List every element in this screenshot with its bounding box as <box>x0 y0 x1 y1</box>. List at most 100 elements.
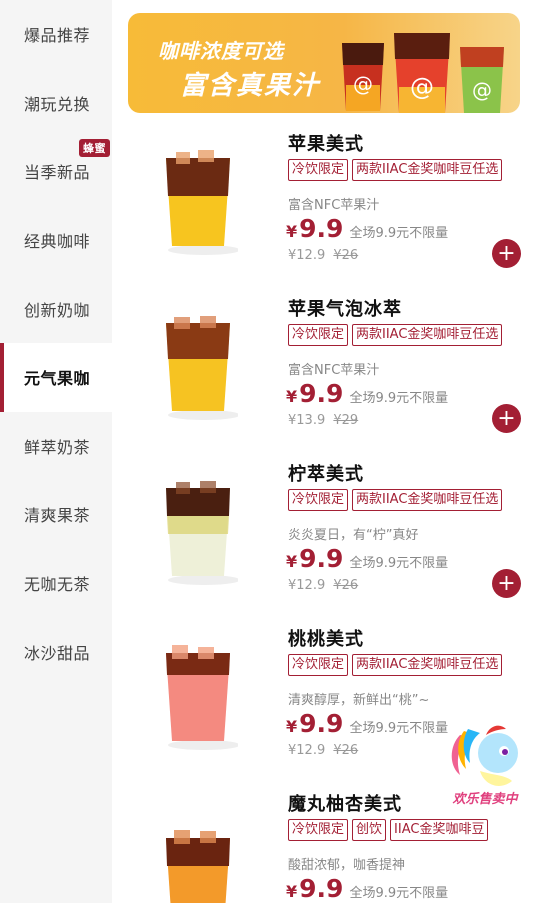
product-price: 9.9 <box>299 544 344 573</box>
sidebar-badge: 蜂蜜 <box>79 139 110 158</box>
original-price: ¥13.9 <box>288 413 326 428</box>
product-name: 苹果美式 <box>288 134 364 155</box>
sidebar-item-label: 当季新品 <box>24 163 91 183</box>
promo-text: 全场9.9元不限量 <box>349 226 449 241</box>
sidebar-item-fruit-coffee[interactable]: 元气果咖 <box>0 342 112 412</box>
original-price: ¥12.9 <box>288 248 326 263</box>
banner-line1: 咖啡浓度可选 <box>158 39 284 63</box>
product-description: 富含NFC苹果汁 <box>288 363 380 378</box>
mascot-label: 欢乐售卖中 <box>452 792 518 807</box>
product-tag: 冷饮限定 <box>288 654 349 676</box>
sidebar-item-fruit-tea[interactable]: 清爽果茶 <box>0 480 112 549</box>
product-card[interactable]: 苹果气泡冰萃 冷饮限定 两款IIAC金奖咖啡豆任选 富含NFC苹果汁 ¥ 9.9… <box>128 295 528 455</box>
banner-line2: 富含真果汁 <box>180 71 321 101</box>
product-tag: 创饮 <box>352 819 387 841</box>
plus-icon: + <box>497 570 516 596</box>
pomelo-apricot-americano-cup-image <box>166 830 230 903</box>
promo-text: 全场9.9元不限量 <box>349 721 449 736</box>
product-card[interactable]: 柠萃美式 冷饮限定 两款IIAC金奖咖啡豆任选 炎炎夏日，有“柠”真好 ¥ 9.… <box>128 460 528 620</box>
svg-text:@: @ <box>410 73 434 101</box>
sidebar-item-label: 无咖无茶 <box>24 575 91 595</box>
apple-sparkling-cold-brew-cup-image <box>166 316 238 420</box>
product-description: 炎炎夏日，有“柠”真好 <box>288 528 419 543</box>
currency-symbol: ¥ <box>286 717 298 736</box>
promo-banner[interactable]: 咖啡浓度可选 富含真果汁 @ @ @ <box>128 13 520 113</box>
price-row: ¥ 9.9 全场9.9元不限量 <box>286 379 448 408</box>
product-price: 9.9 <box>299 709 344 738</box>
sidebar-item-milk-coffee[interactable]: 创新奶咖 <box>0 274 112 343</box>
sidebar-item-no-caffeine[interactable]: 无咖无茶 <box>0 549 112 618</box>
promo-text: 全场9.9元不限量 <box>349 556 449 571</box>
peach-americano-cup-image <box>166 645 238 750</box>
svg-text:@: @ <box>353 72 373 96</box>
product-price: 9.9 <box>299 379 344 408</box>
sidebar-item-label: 创新奶咖 <box>24 300 91 320</box>
product-tags: 冷饮限定 两款IIAC金奖咖啡豆任选 <box>288 654 503 676</box>
svg-text:@: @ <box>472 78 492 102</box>
sidebar-item-seasonal[interactable]: 当季新品 蜂蜜 <box>0 137 112 206</box>
sidebar-item-label: 经典咖啡 <box>24 232 91 252</box>
list-price: ¥29 <box>333 413 359 428</box>
product-name: 苹果气泡冰萃 <box>288 299 402 320</box>
product-tag: 冷饮限定 <box>288 819 349 841</box>
add-to-cart-button[interactable]: + <box>492 404 521 433</box>
product-tag: 冷饮限定 <box>288 324 349 346</box>
original-price-row: ¥12.9 ¥26 <box>288 743 358 758</box>
price-row: ¥ 9.9 全场9.9元不限量 <box>286 874 448 903</box>
product-tags: 冷饮限定 两款IIAC金奖咖啡豆任选 <box>288 324 503 346</box>
product-tag: 冷饮限定 <box>288 489 349 511</box>
apple-americano-cup-image <box>166 150 238 255</box>
sidebar-item-hot[interactable]: 爆品推荐 <box>0 0 112 69</box>
list-price: ¥26 <box>333 578 359 593</box>
product-tag: 两款IIAC金奖咖啡豆任选 <box>352 489 503 511</box>
product-name: 魔丸柚杏美式 <box>288 794 402 815</box>
sidebar-item-label: 鲜萃奶茶 <box>24 437 91 457</box>
add-to-cart-button[interactable]: + <box>492 239 521 268</box>
plus-icon: + <box>497 405 516 431</box>
promo-text: 全场9.9元不限量 <box>349 391 449 406</box>
original-price-row: ¥12.9 ¥26 <box>288 578 358 593</box>
original-price: ¥12.9 <box>288 743 326 758</box>
product-description: 富含NFC苹果汁 <box>288 198 380 213</box>
product-tags: 冷饮限定 两款IIAC金奖咖啡豆任选 <box>288 159 503 181</box>
product-price: 9.9 <box>299 874 344 903</box>
currency-symbol: ¥ <box>286 552 298 571</box>
price-row: ¥ 9.9 全场9.9元不限量 <box>286 544 448 573</box>
sidebar-item-label: 爆品推荐 <box>24 26 91 46</box>
sidebar-item-milk-tea[interactable]: 鲜萃奶茶 <box>0 412 112 481</box>
product-description: 酸甜浓郁，咖香提神 <box>288 858 406 873</box>
original-price-row: ¥13.9 ¥29 <box>288 413 358 428</box>
add-to-cart-button[interactable]: + <box>492 569 521 598</box>
product-tag: IIAC金奖咖啡豆 <box>390 819 489 841</box>
product-name: 柠萃美式 <box>288 464 364 485</box>
currency-symbol: ¥ <box>286 222 298 241</box>
product-tags: 冷饮限定 创饮 IIAC金奖咖啡豆 <box>288 819 489 841</box>
price-row: ¥ 9.9 全场9.9元不限量 <box>286 214 448 243</box>
product-tags: 冷饮限定 两款IIAC金奖咖啡豆任选 <box>288 489 503 511</box>
product-tag: 冷饮限定 <box>288 159 349 181</box>
sidebar-item-classic-coffee[interactable]: 经典咖啡 <box>0 206 112 275</box>
product-tag: 两款IIAC金奖咖啡豆任选 <box>352 324 503 346</box>
sidebar-item-toys[interactable]: 潮玩兑换 <box>0 69 112 138</box>
sidebar-item-label: 元气果咖 <box>24 369 91 389</box>
product-card[interactable]: 苹果美式 冷饮限定 两款IIAC金奖咖啡豆任选 富含NFC苹果汁 ¥ 9.9 全… <box>128 130 528 290</box>
product-price: 9.9 <box>299 214 344 243</box>
plus-icon: + <box>497 240 516 266</box>
original-price: ¥12.9 <box>288 578 326 593</box>
product-description: 清爽醇厚，新鲜出“桃”~ <box>288 693 430 708</box>
currency-symbol: ¥ <box>286 882 298 901</box>
lemon-americano-cup-image <box>166 481 238 585</box>
currency-symbol: ¥ <box>286 387 298 406</box>
list-price: ¥26 <box>333 248 359 263</box>
product-name: 桃桃美式 <box>288 629 364 650</box>
list-price: ¥26 <box>333 743 359 758</box>
sidebar-item-label: 清爽果茶 <box>24 506 91 526</box>
sidebar-item-label: 冰沙甜品 <box>24 643 91 663</box>
product-tag: 两款IIAC金奖咖啡豆任选 <box>352 159 503 181</box>
sidebar-item-desserts[interactable]: 冰沙甜品 <box>0 617 112 686</box>
product-tag: 两款IIAC金奖咖啡豆任选 <box>352 654 503 676</box>
original-price-row: ¥12.9 ¥26 <box>288 248 358 263</box>
promo-text: 全场9.9元不限量 <box>349 886 449 901</box>
sidebar-item-label: 潮玩兑换 <box>24 94 91 114</box>
category-sidebar: 爆品推荐 潮玩兑换 当季新品 蜂蜜 经典咖啡 创新奶咖 元气果咖 鲜萃奶茶 清爽… <box>0 0 112 903</box>
